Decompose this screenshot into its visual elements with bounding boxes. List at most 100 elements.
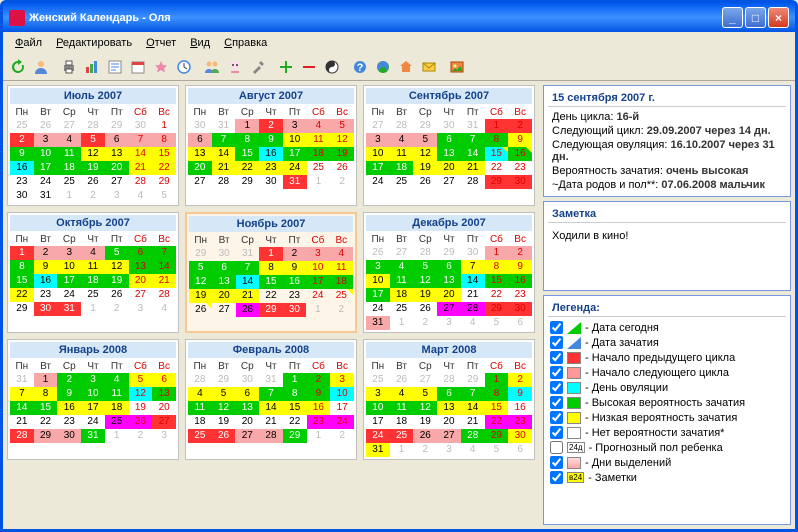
day-cell[interactable]: 2 xyxy=(508,373,532,387)
day-cell[interactable]: 24 xyxy=(366,302,390,316)
close-button[interactable]: × xyxy=(768,7,789,28)
day-cell[interactable]: 24 xyxy=(57,288,81,302)
day-cell[interactable]: 13 xyxy=(212,275,235,289)
day-cell[interactable]: 27 xyxy=(188,175,212,189)
day-cell[interactable]: 10 xyxy=(306,261,329,275)
day-cell[interactable]: 31 xyxy=(366,316,390,330)
remove-icon[interactable] xyxy=(298,56,320,78)
day-cell[interactable]: 26 xyxy=(413,429,437,443)
day-cell[interactable]: 25 xyxy=(188,429,212,443)
day-cell[interactable]: 22 xyxy=(34,415,58,429)
day-cell[interactable]: 5 xyxy=(152,189,176,203)
day-cell[interactable]: 15 xyxy=(235,147,259,161)
day-cell[interactable]: 5 xyxy=(413,133,437,147)
legend-check-next-cycle[interactable] xyxy=(550,366,563,379)
day-cell[interactable]: 3 xyxy=(129,302,153,316)
day-cell[interactable]: 9 xyxy=(34,260,58,274)
day-cell[interactable]: 16 xyxy=(307,401,331,415)
day-cell[interactable]: 1 xyxy=(81,302,105,316)
day-cell[interactable]: 5 xyxy=(129,373,153,387)
day-cell[interactable]: 12 xyxy=(129,387,153,401)
day-cell[interactable]: 4 xyxy=(81,246,105,260)
day-cell[interactable]: 29 xyxy=(283,429,307,443)
day-cell[interactable]: 17 xyxy=(57,274,81,288)
day-cell[interactable]: 15 xyxy=(10,274,34,288)
photo-icon[interactable] xyxy=(446,56,468,78)
day-cell[interactable]: 24 xyxy=(366,175,390,189)
day-cell[interactable]: 25 xyxy=(390,429,414,443)
legend-check-high[interactable] xyxy=(550,396,563,409)
day-cell[interactable]: 27 xyxy=(212,303,235,317)
day-cell[interactable]: 11 xyxy=(307,133,331,147)
day-cell[interactable]: 28 xyxy=(461,175,485,189)
day-cell[interactable]: 17 xyxy=(330,401,354,415)
day-cell[interactable]: 30 xyxy=(508,175,532,189)
day-cell[interactable]: 14 xyxy=(129,147,153,161)
day-cell[interactable]: 25 xyxy=(81,288,105,302)
day-cell[interactable]: 26 xyxy=(129,415,153,429)
day-cell[interactable]: 6 xyxy=(437,387,461,401)
day-cell[interactable]: 30 xyxy=(129,119,153,133)
day-cell[interactable]: 22 xyxy=(485,415,509,429)
day-cell[interactable]: 2 xyxy=(330,429,354,443)
day-cell[interactable]: 8 xyxy=(34,387,58,401)
day-cell[interactable]: 25 xyxy=(366,373,390,387)
day-cell[interactable]: 21 xyxy=(461,415,485,429)
day-cell[interactable]: 22 xyxy=(485,288,509,302)
day-cell[interactable]: 17 xyxy=(366,415,390,429)
day-cell[interactable]: 27 xyxy=(57,119,81,133)
day-cell[interactable]: 31 xyxy=(34,189,58,203)
day-cell[interactable]: 19 xyxy=(413,161,437,175)
day-cell[interactable]: 10 xyxy=(34,147,58,161)
day-cell[interactable]: 4 xyxy=(390,133,414,147)
day-cell[interactable]: 20 xyxy=(129,274,153,288)
day-cell[interactable]: 8 xyxy=(485,133,509,147)
day-cell[interactable]: 1 xyxy=(485,246,509,260)
day-cell[interactable]: 26 xyxy=(189,303,212,317)
day-cell[interactable]: 5 xyxy=(330,119,354,133)
day-cell[interactable]: 29 xyxy=(34,429,58,443)
day-cell[interactable]: 14 xyxy=(236,275,259,289)
day-cell[interactable]: 8 xyxy=(152,133,176,147)
mail-icon[interactable] xyxy=(418,56,440,78)
day-cell[interactable]: 21 xyxy=(461,161,485,175)
day-cell[interactable]: 22 xyxy=(235,161,259,175)
day-cell[interactable]: 31 xyxy=(236,247,259,261)
day-cell[interactable]: 30 xyxy=(57,429,81,443)
day-cell[interactable]: 29 xyxy=(105,119,129,133)
day-cell[interactable]: 18 xyxy=(307,147,331,161)
day-cell[interactable]: 6 xyxy=(152,373,176,387)
day-cell[interactable]: 23 xyxy=(259,161,283,175)
day-cell[interactable]: 29 xyxy=(485,302,509,316)
day-cell[interactable]: 24 xyxy=(330,415,354,429)
day-cell[interactable]: 10 xyxy=(366,274,390,288)
day-cell[interactable]: 26 xyxy=(81,175,105,189)
day-cell[interactable]: 18 xyxy=(81,274,105,288)
day-cell[interactable]: 31 xyxy=(283,175,307,189)
day-cell[interactable]: 29 xyxy=(437,246,461,260)
day-cell[interactable]: 23 xyxy=(508,161,532,175)
note-icon[interactable] xyxy=(104,56,126,78)
day-cell[interactable]: 22 xyxy=(152,161,176,175)
day-cell[interactable]: 28 xyxy=(413,246,437,260)
day-cell[interactable]: 29 xyxy=(189,247,212,261)
day-cell[interactable]: 1 xyxy=(57,189,81,203)
day-cell[interactable]: 12 xyxy=(413,401,437,415)
day-cell[interactable]: 26 xyxy=(413,175,437,189)
day-cell[interactable]: 13 xyxy=(129,260,153,274)
day-cell[interactable]: 26 xyxy=(330,161,354,175)
day-cell[interactable]: 28 xyxy=(188,373,212,387)
day-cell[interactable]: 16 xyxy=(57,401,81,415)
day-cell[interactable]: 30 xyxy=(508,302,532,316)
day-cell[interactable]: 10 xyxy=(366,401,390,415)
day-cell[interactable]: 27 xyxy=(437,429,461,443)
day-cell[interactable]: 3 xyxy=(366,260,390,274)
day-cell[interactable]: 3 xyxy=(57,246,81,260)
day-cell[interactable]: 7 xyxy=(461,133,485,147)
day-cell[interactable]: 28 xyxy=(437,373,461,387)
day-cell[interactable]: 20 xyxy=(437,161,461,175)
day-cell[interactable]: 12 xyxy=(413,147,437,161)
day-cell[interactable]: 4 xyxy=(390,387,414,401)
day-cell[interactable]: 11 xyxy=(188,401,212,415)
day-cell[interactable]: 1 xyxy=(10,246,34,260)
